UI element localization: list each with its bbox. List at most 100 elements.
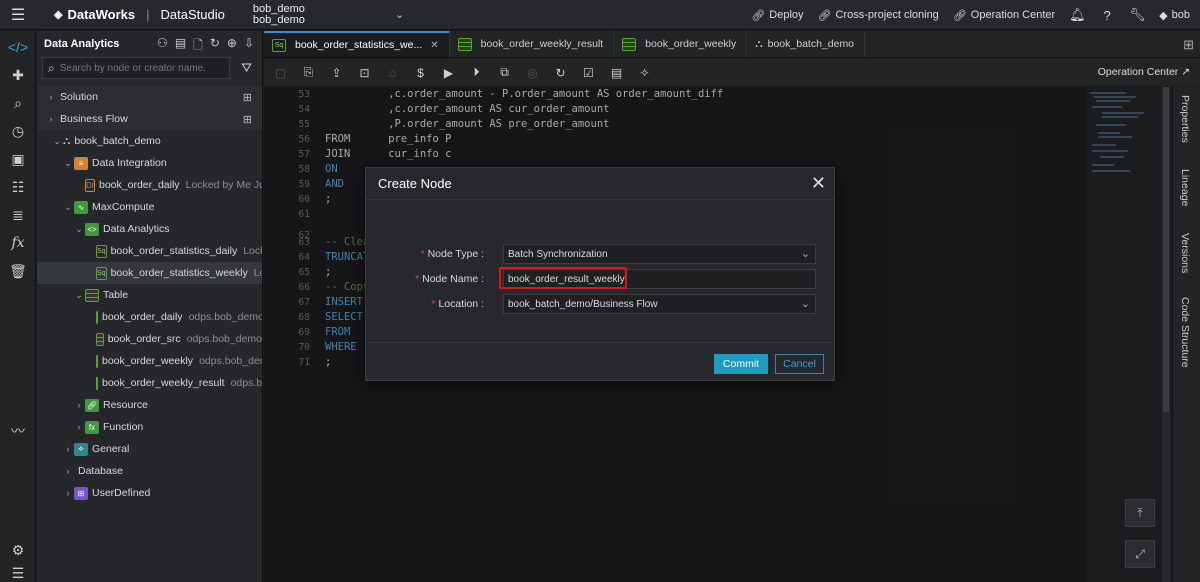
user-filter-icon[interactable]: ⚇ [157,36,168,57]
search-icon[interactable]: ⌕ [0,89,36,117]
tree-item-function[interactable]: › fx Function [37,416,262,438]
new-file-icon[interactable]: 🗋︎ [193,36,203,57]
code-icon[interactable]: </> [0,33,36,61]
search-input[interactable] [59,62,220,74]
commit-button[interactable]: Commit [714,354,768,374]
add-tab-icon[interactable]: ⊞ [1183,37,1194,53]
run-icon[interactable]: ▶ [440,64,457,81]
tree-label: book_order_daily [99,179,180,191]
tree-item-table-book-order-weekly-result[interactable]: book_order_weekly_result odps.bob [37,372,262,394]
location-select[interactable]: book_batch_demo/Business Flow ⌄ [503,294,816,314]
steal-lock-icon[interactable]: ⌂ [384,64,401,81]
table-icon [96,376,98,390]
grid-icon[interactable]: ⊞ [243,113,252,126]
scrollbar-thumb[interactable] [1163,87,1169,412]
chevron-down-icon[interactable]: ⌄ [395,8,404,21]
tree-item-resource[interactable]: › 🔗︎ Resource [37,394,262,416]
wrench-icon[interactable]: 🔧︎ [1129,7,1146,23]
tree-section-solution[interactable]: › Solution ⊞ [37,86,262,108]
tree-item-table-book-order-daily[interactable]: book_order_daily odps.bob_demo [37,306,262,328]
cross-project-cloning-link[interactable]: 🔗︎ Cross-project cloning [818,9,939,22]
hamburger-menu-icon[interactable]: ☰ [0,0,36,30]
template-icon[interactable]: ▤ [175,36,186,57]
reload-icon[interactable]: ↻ [552,64,569,81]
save-as-icon[interactable]: ⎘ [300,64,317,81]
cost-estimate-icon[interactable]: $ [412,64,429,81]
briefcase-icon[interactable]: ▣ [0,145,36,173]
clock-icon[interactable]: ◷ [0,117,36,145]
tab-book-order-weekly-result[interactable]: book_order_weekly_result [450,31,615,57]
dialog-footer-divider [366,342,834,343]
maxcompute-icon: ∿ [74,200,88,214]
pulse-icon[interactable]: 〰 [0,417,36,445]
tree-item-table-book-order-weekly[interactable]: book_order_weekly odps.bob_demo [37,350,262,372]
function-icon[interactable]: fx [0,229,36,257]
collapse-icon[interactable]: ☰ [0,559,36,582]
magic-wand-icon[interactable]: ✧ [636,64,653,81]
table-icon[interactable]: ☷ [0,173,36,201]
import-icon[interactable]: ⇩ [244,36,254,57]
sidebar-search[interactable]: ⌕ [42,57,230,79]
project-selector[interactable]: bob_demo bob_demo [253,3,305,26]
user-menu[interactable]: ◆ bob [1159,9,1190,22]
tree-item-statistics-weekly[interactable]: Sq book_order_statistics_weekly Locke [37,262,262,284]
tree-item-statistics-daily[interactable]: Sq book_order_statistics_daily Locked [37,240,262,262]
tree-item-data-analytics[interactable]: ⌄ <> Data Analytics [37,218,262,240]
run-with-params-icon[interactable]: ⏵ [468,64,485,81]
scroll-to-top-button[interactable]: ⤒ [1125,499,1155,527]
deploy-link[interactable]: 🔗︎ Deploy [751,9,803,22]
bell-icon[interactable]: 🔔︎ [1069,7,1086,23]
tree-label: Function [103,421,144,433]
stop-icon[interactable]: ◎ [524,64,541,81]
tree-item-book-order-daily-node[interactable]: DI book_order_daily Locked by Me Jul 2! [37,174,262,196]
tree-item-database[interactable]: › Database [37,460,262,482]
sql-node-icon: Sq [96,244,107,258]
fullscreen-button[interactable]: ⤢ [1125,540,1155,568]
tab-code-structure[interactable]: Code Structure [1179,297,1191,368]
save-icon[interactable]: ▢ [272,64,289,81]
grid-icon[interactable]: ⊞ [243,91,252,104]
puzzle-icon[interactable]: ✚ [0,61,36,89]
tab-properties[interactable]: Properties [1179,95,1191,143]
tree-label: General [92,443,130,455]
table-icon [457,37,472,51]
preview-icon[interactable]: ⧉ [496,64,513,81]
node-name-field[interactable] [503,269,816,289]
close-icon[interactable]: ✕ [811,173,826,194]
format-icon[interactable]: ▤ [608,64,625,81]
tree-item-maxcompute[interactable]: ⌄ ∿ MaxCompute [37,196,262,218]
tab-book-order-weekly[interactable]: book_order_weekly [614,31,748,57]
create-node-dialog: Create Node ✕ * Node Type : Batch Synchro… [365,167,835,381]
tree-item-table[interactable]: ⌄ Table [37,284,262,306]
filter-icon[interactable]: ⛛ [241,60,252,76]
tree-section-business-flow[interactable]: › Business Flow ⊞ [37,108,262,130]
help-icon[interactable]: ? [1099,8,1115,23]
node-type-select[interactable]: Batch Synchronization ⌄ [503,244,816,264]
refresh-icon[interactable]: ↻ [210,36,220,57]
tree-meta: odps.bob [230,377,262,389]
tree-item-book-batch-demo[interactable]: ⌄ ⛬ book_batch_demo [37,130,262,152]
tab-book-batch-demo[interactable]: ⛬ book_batch_demo [747,31,866,57]
list-icon[interactable]: ≣ [0,201,36,229]
tree-item-table-book-order-src[interactable]: book_order_src odps.bob_demo [37,328,262,350]
node-name-input[interactable] [508,273,808,285]
lock-icon[interactable]: ⊡ [356,64,373,81]
tab-book-order-statistics-weekly[interactable]: Sq book_order_statistics_we... ✕ [264,31,450,57]
submit-icon[interactable]: ⇪ [328,64,345,81]
tree-item-userdefined[interactable]: › ⊞ UserDefined [37,482,262,504]
close-icon[interactable]: ✕ [430,40,438,51]
operation-center-link[interactable]: Operation Center ↗ [1098,66,1190,78]
tab-versions[interactable]: Versions [1179,233,1191,273]
select-value: Batch Synchronization [508,248,608,260]
tab-lineage[interactable]: Lineage [1179,169,1191,206]
check-icon[interactable]: ☑ [580,64,597,81]
brand-separator: | [146,7,150,22]
tree-item-general[interactable]: › ⟡ General [37,438,262,460]
tree-item-data-integration[interactable]: ⌄ ≡ Data Integration [37,152,262,174]
target-icon[interactable]: ⊕ [227,36,237,57]
operation-center-link[interactable]: 🔗︎ Operation Center [953,9,1055,22]
cancel-button[interactable]: Cancel [775,354,824,374]
trash-icon[interactable]: 🗑︎ [0,257,36,285]
vertical-scrollbar[interactable] [1162,87,1170,582]
tree-label: Data Integration [92,157,167,169]
